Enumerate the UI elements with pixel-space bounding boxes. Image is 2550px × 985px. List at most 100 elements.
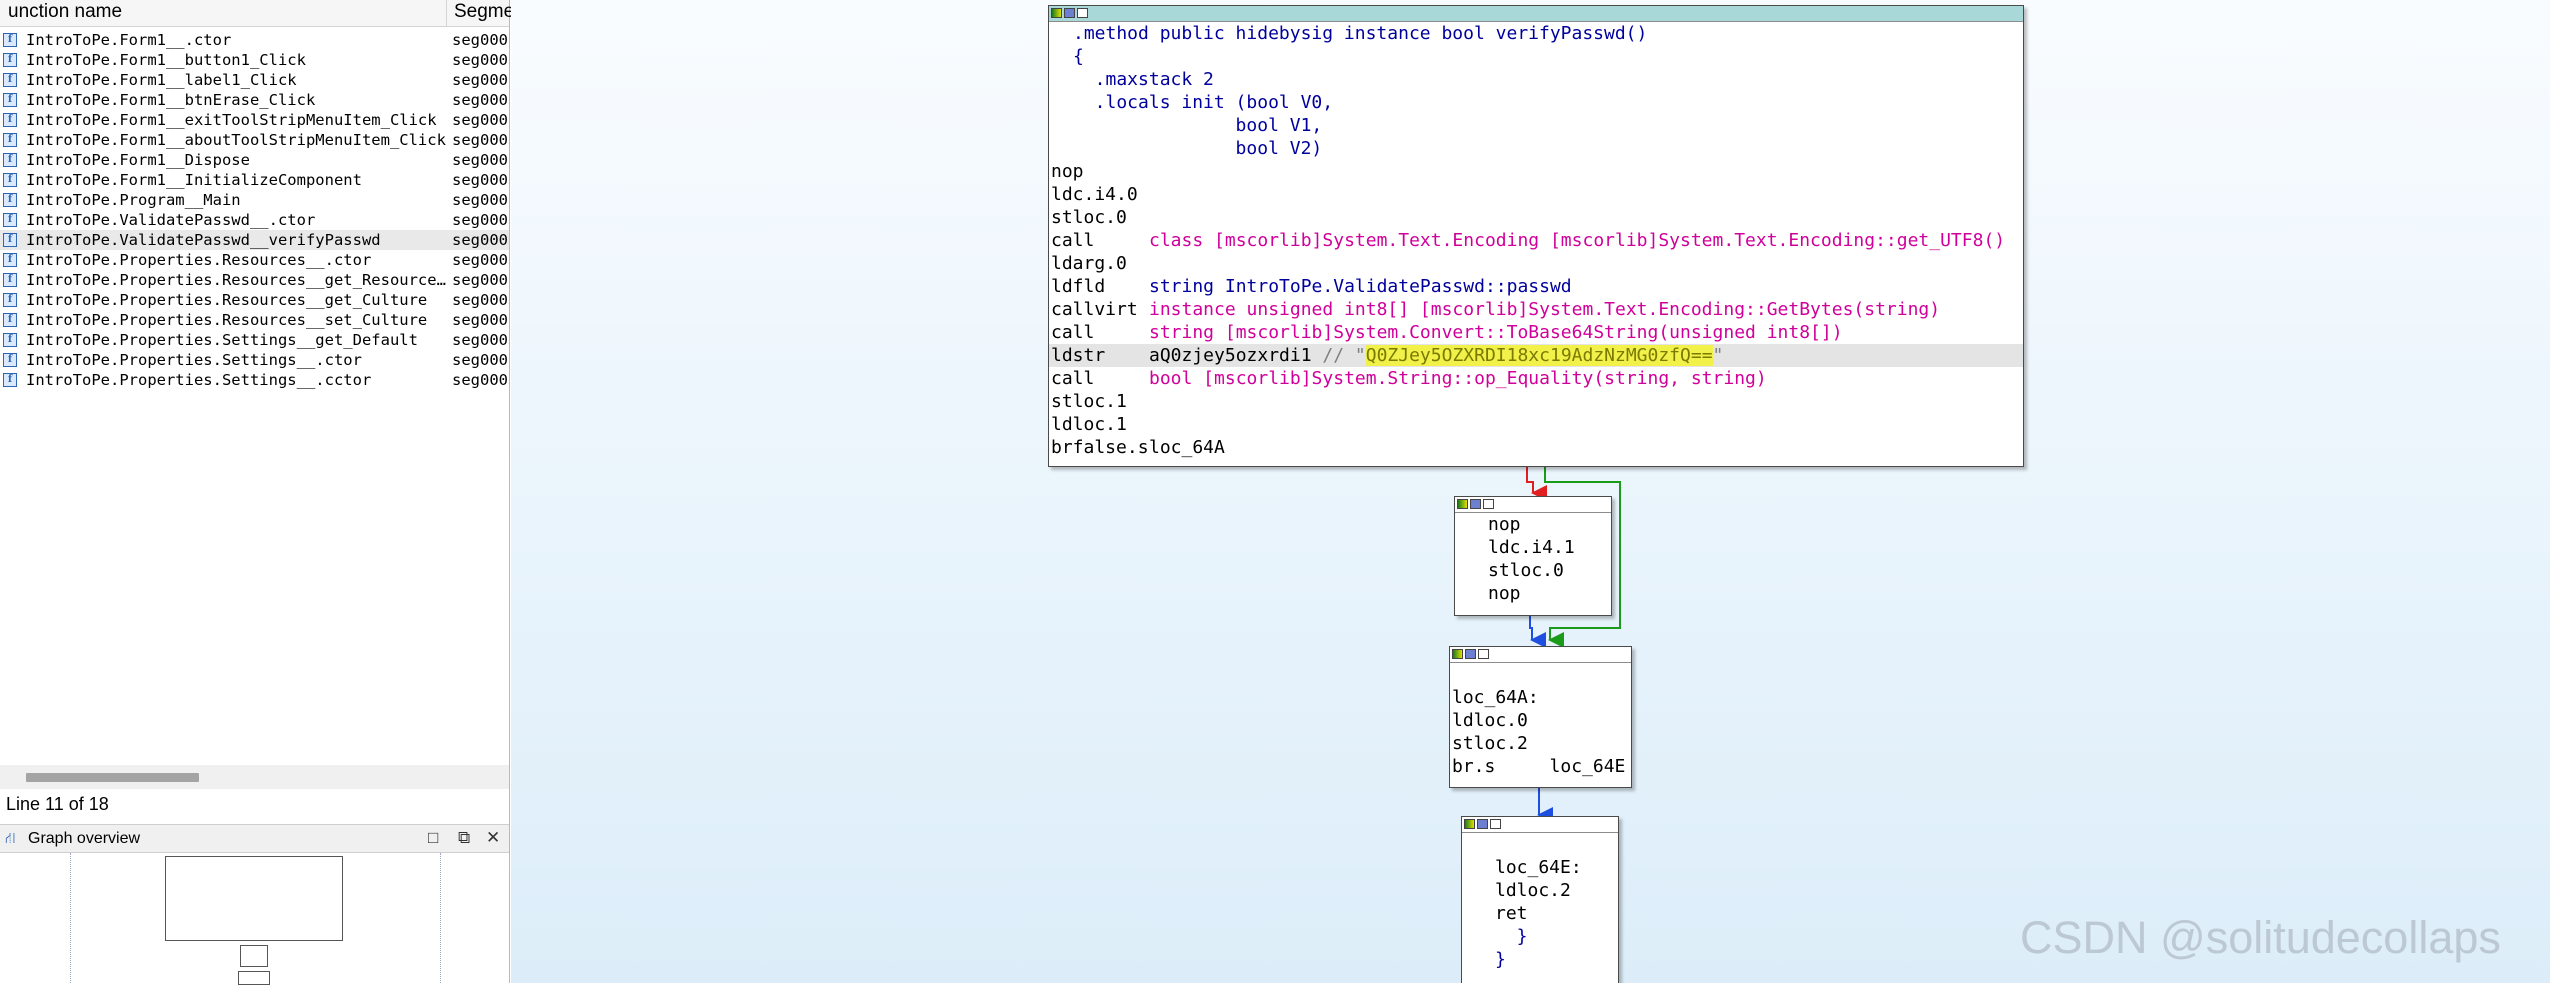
function-segment: seg000 bbox=[452, 51, 508, 69]
horizontal-scrollbar[interactable] bbox=[0, 765, 509, 789]
code-line[interactable]: ldloc.0 bbox=[1452, 709, 1631, 732]
code-line[interactable]: stloc.0 bbox=[1488, 559, 1611, 582]
function-icon: f bbox=[3, 153, 17, 167]
code-line[interactable] bbox=[1495, 833, 1618, 856]
code-line[interactable]: } bbox=[1495, 925, 1618, 948]
function-name: IntroToPe.ValidatePasswd__verifyPasswd bbox=[26, 231, 381, 249]
function-name: IntroToPe.Properties.Settings__.cctor bbox=[26, 371, 372, 389]
block-graph-icon[interactable] bbox=[1483, 499, 1494, 509]
float-window-button[interactable]: ⧉ bbox=[458, 828, 470, 848]
block-graph-icon[interactable] bbox=[1478, 649, 1489, 659]
instruction-line[interactable]: ldstr aQ0zjey5ozxrdi1 // "Q0ZJey5OZXRDI18… bbox=[1049, 344, 2023, 367]
basic-block-loc-64e[interactable]: loc_64E: ldloc.2 ret }} bbox=[1461, 816, 1619, 983]
operand[interactable]: aQ0zjey5ozxrdi1 bbox=[1149, 345, 1312, 366]
function-row[interactable]: f IntroToPe.Form1__aboutToolStripMenuItem… bbox=[0, 130, 509, 150]
opcode: brfalse.s bbox=[1051, 437, 1149, 458]
block-image-icon[interactable] bbox=[1064, 8, 1075, 18]
operand[interactable]: class [mscorlib]System.Text.Encoding [ms… bbox=[1149, 230, 2005, 251]
function-row[interactable]: f IntroToPe.Properties.Resources__get_Cul… bbox=[0, 290, 509, 310]
block-color-icon[interactable] bbox=[1452, 649, 1463, 659]
code-line[interactable]: stloc.2 bbox=[1452, 732, 1631, 755]
code-line[interactable]: loc_64E: bbox=[1495, 856, 1618, 879]
block-image-icon[interactable] bbox=[1465, 649, 1476, 659]
instruction-line[interactable]: ldloc.1 bbox=[1049, 413, 2023, 436]
basic-block-loc-64a[interactable]: loc_64A: ldloc.0 stloc.2 br.s loc_64E bbox=[1449, 646, 1632, 788]
instruction-line[interactable]: stloc.1 bbox=[1049, 390, 2023, 413]
function-row[interactable]: f IntroToPe.Form1__.ctor seg000 bbox=[0, 30, 509, 50]
function-row[interactable]: f IntroToPe.Form1__InitializeComponent seg… bbox=[0, 170, 509, 190]
function-row[interactable]: f IntroToPe.Properties.Settings__.ctor seg… bbox=[0, 350, 509, 370]
block-color-icon[interactable] bbox=[1457, 499, 1468, 509]
main-basic-block[interactable]: .method public hidebysig instance bool v… bbox=[1048, 5, 2024, 467]
function-name: IntroToPe.Form1__label1_Click bbox=[26, 71, 297, 89]
operand[interactable]: loc_64A bbox=[1149, 437, 1225, 458]
function-segment: seg000 bbox=[452, 251, 508, 269]
string-comment-prefix: // " bbox=[1311, 345, 1366, 366]
function-row[interactable]: f IntroToPe.Form1__button1_Click seg000 bbox=[0, 50, 509, 70]
graph-view[interactable]: .method public hidebysig instance bool v… bbox=[511, 0, 2550, 983]
instruction-line[interactable]: brfalse.sloc_64A bbox=[1049, 436, 2023, 459]
code-line[interactable]: nop bbox=[1488, 582, 1611, 605]
instruction-line[interactable]: stloc.0 bbox=[1049, 206, 2023, 229]
function-segment: seg000 bbox=[452, 31, 508, 49]
block-image-icon[interactable] bbox=[1470, 499, 1481, 509]
operand[interactable]: string [mscorlib]System.Convert::ToBase6… bbox=[1149, 322, 1843, 343]
instruction-line[interactable]: nop bbox=[1049, 160, 2023, 183]
block-graph-icon[interactable] bbox=[1077, 8, 1088, 18]
scrollbar-thumb[interactable] bbox=[26, 773, 199, 782]
string-literal[interactable]: Q0ZJey5OZXRDI18xc19AdzNzMG0zfQ== bbox=[1365, 345, 1713, 366]
function-icon: f bbox=[3, 133, 17, 147]
block-graph-icon[interactable] bbox=[1490, 819, 1501, 829]
operand[interactable]: instance unsigned int8[] [mscorlib]Syste… bbox=[1149, 299, 1940, 320]
block-color-icon[interactable] bbox=[1464, 819, 1475, 829]
function-icon: f bbox=[3, 313, 17, 327]
instruction-line[interactable]: call class [mscorlib]System.Text.Encoding… bbox=[1049, 229, 2023, 252]
basic-block-set-true[interactable]: nop ldc.i4.1 stloc.0 nop bbox=[1454, 496, 1612, 616]
maximize-button[interactable]: □ bbox=[428, 828, 438, 848]
function-row[interactable]: f IntroToPe.Properties.Settings__get_Defa… bbox=[0, 330, 509, 350]
function-row[interactable]: f IntroToPe.ValidatePasswd__.ctor seg000 bbox=[0, 210, 509, 230]
operand[interactable]: string IntroToPe.ValidatePasswd::passwd bbox=[1149, 276, 1572, 297]
function-row[interactable]: f IntroToPe.Properties.Resources__get_Res… bbox=[0, 270, 509, 290]
function-row[interactable]: f IntroToPe.ValidatePasswd__verifyPasswd s… bbox=[0, 230, 509, 250]
function-icon: f bbox=[3, 293, 17, 307]
function-segment: seg000 bbox=[452, 371, 508, 389]
instruction-line[interactable]: call string [mscorlib]System.Convert::ToB… bbox=[1049, 321, 2023, 344]
column-header-function-name[interactable]: unction name bbox=[8, 1, 122, 23]
block-image-icon[interactable] bbox=[1477, 819, 1488, 829]
code-line[interactable]: ldc.i4.1 bbox=[1488, 536, 1611, 559]
function-icon: f bbox=[3, 273, 17, 287]
function-row[interactable]: f IntroToPe.Properties.Resources__.ctor se… bbox=[0, 250, 509, 270]
opcode: stloc.1 bbox=[1051, 391, 1127, 412]
false-branch-edge bbox=[1526, 467, 1547, 501]
code-line[interactable]: nop bbox=[1488, 513, 1611, 536]
function-name: IntroToPe.Properties.Resources__.ctor bbox=[26, 251, 372, 269]
instruction-line[interactable]: ldfld string IntroToPe.ValidatePasswd::pa… bbox=[1049, 275, 2023, 298]
code-line[interactable]: loc_64A: bbox=[1452, 686, 1631, 709]
code-line[interactable]: br.s loc_64E bbox=[1452, 755, 1631, 778]
code-line[interactable]: ldloc.2 bbox=[1495, 879, 1618, 902]
opcode: callvirt bbox=[1051, 299, 1138, 320]
instruction-line[interactable]: ldc.i4.0 bbox=[1049, 183, 2023, 206]
instruction-line[interactable]: ldarg.0 bbox=[1049, 252, 2023, 275]
graph-overview-canvas[interactable] bbox=[0, 853, 509, 985]
code-line[interactable]: ret bbox=[1495, 902, 1618, 925]
close-button[interactable]: ✕ bbox=[486, 828, 500, 848]
function-row[interactable]: f IntroToPe.Form1__label1_Click seg000 bbox=[0, 70, 509, 90]
column-separator[interactable] bbox=[446, 0, 447, 26]
operand[interactable]: bool [mscorlib]System.String::op_Equalit… bbox=[1149, 368, 1767, 389]
block-color-icon[interactable] bbox=[1051, 8, 1062, 18]
function-row[interactable]: f IntroToPe.Form1__exitToolStripMenuItem_… bbox=[0, 110, 509, 130]
instruction-line[interactable]: call bool [mscorlib]System.String::op_Equ… bbox=[1049, 367, 2023, 390]
function-row[interactable]: f IntroToPe.Properties.Resources__set_Cul… bbox=[0, 310, 509, 330]
function-segment: seg000 bbox=[452, 111, 508, 129]
function-icon: f bbox=[3, 173, 17, 187]
code-line[interactable] bbox=[1452, 663, 1631, 686]
function-row[interactable]: f IntroToPe.Properties.Settings__.cctor se… bbox=[0, 370, 509, 390]
function-row[interactable]: f IntroToPe.Program__Main seg000 bbox=[0, 190, 509, 210]
code-line[interactable]: } bbox=[1495, 948, 1618, 971]
column-header-segment[interactable]: Segme bbox=[454, 1, 514, 23]
function-row[interactable]: f IntroToPe.Form1__Dispose seg000 bbox=[0, 150, 509, 170]
instruction-line[interactable]: callvirt instance unsigned int8[] [mscorl… bbox=[1049, 298, 2023, 321]
function-row[interactable]: f IntroToPe.Form1__btnErase_Click seg000 bbox=[0, 90, 509, 110]
